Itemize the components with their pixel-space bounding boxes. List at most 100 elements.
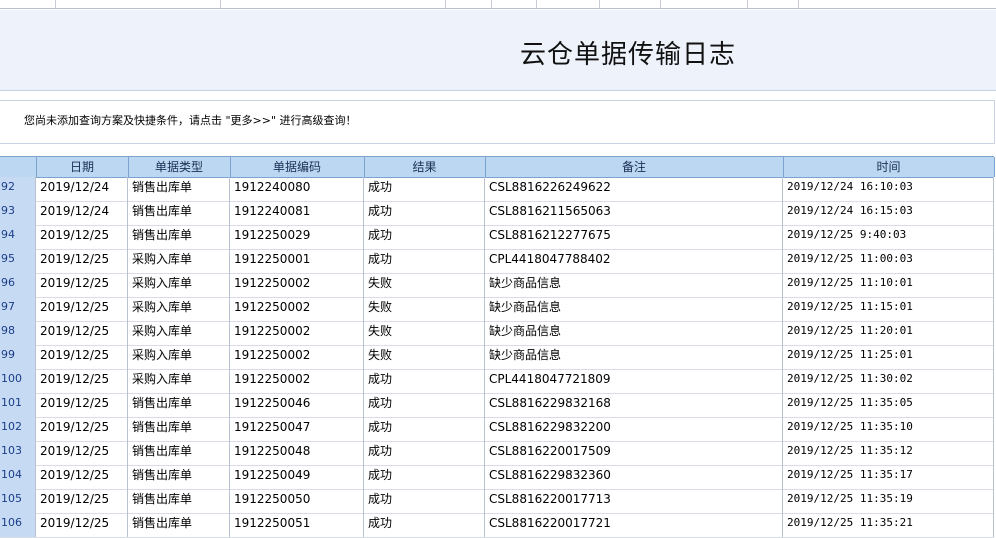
cell-date: 2019/12/25 xyxy=(36,393,128,417)
table-row[interactable]: 92 2019/12/24 销售出库单 1912240080 成功 CSL88162262… xyxy=(0,177,994,202)
cell-remark: CSL8816226249622 xyxy=(485,177,783,201)
header-type[interactable]: 单据类型 xyxy=(128,157,231,177)
header-result[interactable]: 结果 xyxy=(364,157,486,177)
cell-code: 1912250001 xyxy=(230,249,364,273)
cell-type: 销售出库单 xyxy=(128,177,230,201)
cell-result: 成功 xyxy=(364,369,485,393)
cell-date: 2019/12/25 xyxy=(36,489,128,513)
cell-result: 成功 xyxy=(364,513,485,537)
cell-time: 2019/12/25 11:20:01 xyxy=(783,321,994,345)
cell-result: 成功 xyxy=(364,441,485,465)
cell-date: 2019/12/24 xyxy=(36,201,128,225)
header-code[interactable]: 单据编码 xyxy=(230,157,365,177)
cell-remark: CPL4418047788402 xyxy=(485,249,783,273)
cell-result: 成功 xyxy=(364,201,485,225)
cell-time: 2019/12/25 11:25:01 xyxy=(783,345,994,369)
cell-remark: CSL8816229832360 xyxy=(485,465,783,489)
cell-remark: 缺少商品信息 xyxy=(485,273,783,297)
cell-result: 失败 xyxy=(364,345,485,369)
header-date[interactable]: 日期 xyxy=(36,157,129,177)
cell-date: 2019/12/25 xyxy=(36,225,128,249)
table-row[interactable]: 99 2019/12/25 采购入库单 1912250002 失败 缺少商品信息 2019/… xyxy=(0,345,994,370)
cell-code: 1912250046 xyxy=(230,393,364,417)
cell-code: 1912240080 xyxy=(230,177,364,201)
cell-type: 销售出库单 xyxy=(128,393,230,417)
row-number: 98 xyxy=(0,321,36,345)
table-row[interactable]: 102 2019/12/25 销售出库单 1912250047 成功 CSL8816229… xyxy=(0,417,994,442)
table-row[interactable]: 100 2019/12/25 采购入库单 1912250002 成功 CPL4418047… xyxy=(0,369,994,394)
table-row[interactable]: 104 2019/12/25 销售出库单 1912250049 成功 CSL8816229… xyxy=(0,465,994,490)
table-row[interactable]: 106 2019/12/25 销售出库单 1912250051 成功 CSL8816220… xyxy=(0,513,994,538)
table-row[interactable]: 103 2019/12/25 销售出库单 1912250048 成功 CSL8816220… xyxy=(0,441,994,466)
row-number: 105 xyxy=(0,489,36,513)
header-rownum xyxy=(0,157,37,177)
toolbar-segment[interactable] xyxy=(221,0,446,8)
cell-code: 1912250002 xyxy=(230,297,364,321)
table-row[interactable]: 97 2019/12/25 采购入库单 1912250002 失败 缺少商品信息 2019/… xyxy=(0,297,994,322)
cell-code: 1912250047 xyxy=(230,417,364,441)
header-remark[interactable]: 备注 xyxy=(485,157,784,177)
cell-type: 采购入库单 xyxy=(128,321,230,345)
table-row[interactable]: 95 2019/12/25 采购入库单 1912250001 成功 CPL44180477… xyxy=(0,249,994,274)
toolbar-segment[interactable] xyxy=(600,0,661,8)
row-number: 100 xyxy=(0,369,36,393)
cell-type: 采购入库单 xyxy=(128,297,230,321)
toolbar-segment[interactable] xyxy=(748,0,799,8)
row-number: 94 xyxy=(0,225,36,249)
cell-time: 2019/12/25 11:35:19 xyxy=(783,489,994,513)
row-number: 92 xyxy=(0,177,36,201)
top-toolbar-strip xyxy=(0,0,996,9)
page-title: 云仓单据传输日志 xyxy=(520,40,737,70)
table-row[interactable]: 94 2019/12/25 销售出库单 1912250029 成功 CSL88162122… xyxy=(0,225,994,250)
row-number: 102 xyxy=(0,417,36,441)
cell-remark: 缺少商品信息 xyxy=(485,321,783,345)
cell-type: 采购入库单 xyxy=(128,273,230,297)
cell-date: 2019/12/25 xyxy=(36,441,128,465)
row-number: 104 xyxy=(0,465,36,489)
cell-date: 2019/12/25 xyxy=(36,273,128,297)
table-row[interactable]: 105 2019/12/25 销售出库单 1912250050 成功 CSL8816220… xyxy=(0,489,994,514)
cell-code: 1912250048 xyxy=(230,441,364,465)
cell-result: 成功 xyxy=(364,177,485,201)
cell-date: 2019/12/25 xyxy=(36,369,128,393)
cell-remark: CSL8816229832200 xyxy=(485,417,783,441)
table-row[interactable]: 93 2019/12/24 销售出库单 1912240081 成功 CSL88162115… xyxy=(0,201,994,226)
cell-time: 2019/12/25 9:40:03 xyxy=(783,225,994,249)
row-number: 99 xyxy=(0,345,36,369)
cell-time: 2019/12/24 16:10:03 xyxy=(783,177,994,201)
table-row[interactable]: 101 2019/12/25 销售出库单 1912250046 成功 CSL8816229… xyxy=(0,393,994,418)
cell-result: 成功 xyxy=(364,249,485,273)
cell-time: 2019/12/25 11:10:01 xyxy=(783,273,994,297)
cell-remark: 缺少商品信息 xyxy=(485,297,783,321)
cell-code: 1912250029 xyxy=(230,225,364,249)
cell-type: 销售出库单 xyxy=(128,465,230,489)
row-number: 101 xyxy=(0,393,36,417)
cell-result: 成功 xyxy=(364,465,485,489)
cell-type: 销售出库单 xyxy=(128,225,230,249)
header-time[interactable]: 时间 xyxy=(783,157,995,177)
toolbar-segment[interactable] xyxy=(661,0,748,8)
toolbar-segment[interactable] xyxy=(446,0,492,8)
table-row[interactable]: 98 2019/12/25 采购入库单 1912250002 失败 缺少商品信息 2019/… xyxy=(0,321,994,346)
toolbar-segment[interactable] xyxy=(56,0,221,8)
table-row[interactable]: 96 2019/12/25 采购入库单 1912250002 失败 缺少商品信息 2019/… xyxy=(0,273,994,298)
cell-type: 销售出库单 xyxy=(128,441,230,465)
query-notice-text: 您尚未添加查询方案及快捷条件，请点击 "更多>>" 进行高级查询！ xyxy=(24,114,357,127)
toolbar-segment[interactable] xyxy=(492,0,537,8)
cell-code: 1912250050 xyxy=(230,489,364,513)
cell-time: 2019/12/25 11:35:17 xyxy=(783,465,994,489)
cell-time: 2019/12/25 11:35:10 xyxy=(783,417,994,441)
cell-time: 2019/12/25 11:15:01 xyxy=(783,297,994,321)
cell-result: 成功 xyxy=(364,393,485,417)
cell-type: 采购入库单 xyxy=(128,345,230,369)
row-number: 103 xyxy=(0,441,36,465)
cell-code: 1912250051 xyxy=(230,513,364,537)
cell-time: 2019/12/25 11:30:02 xyxy=(783,369,994,393)
cell-code: 1912250002 xyxy=(230,345,364,369)
cell-type: 销售出库单 xyxy=(128,489,230,513)
toolbar-segment[interactable] xyxy=(537,0,600,8)
table-header: 日期 单据类型 单据编码 结果 备注 时间 xyxy=(0,156,995,178)
toolbar-segment[interactable] xyxy=(0,0,56,8)
cell-date: 2019/12/25 xyxy=(36,297,128,321)
cell-date: 2019/12/25 xyxy=(36,465,128,489)
